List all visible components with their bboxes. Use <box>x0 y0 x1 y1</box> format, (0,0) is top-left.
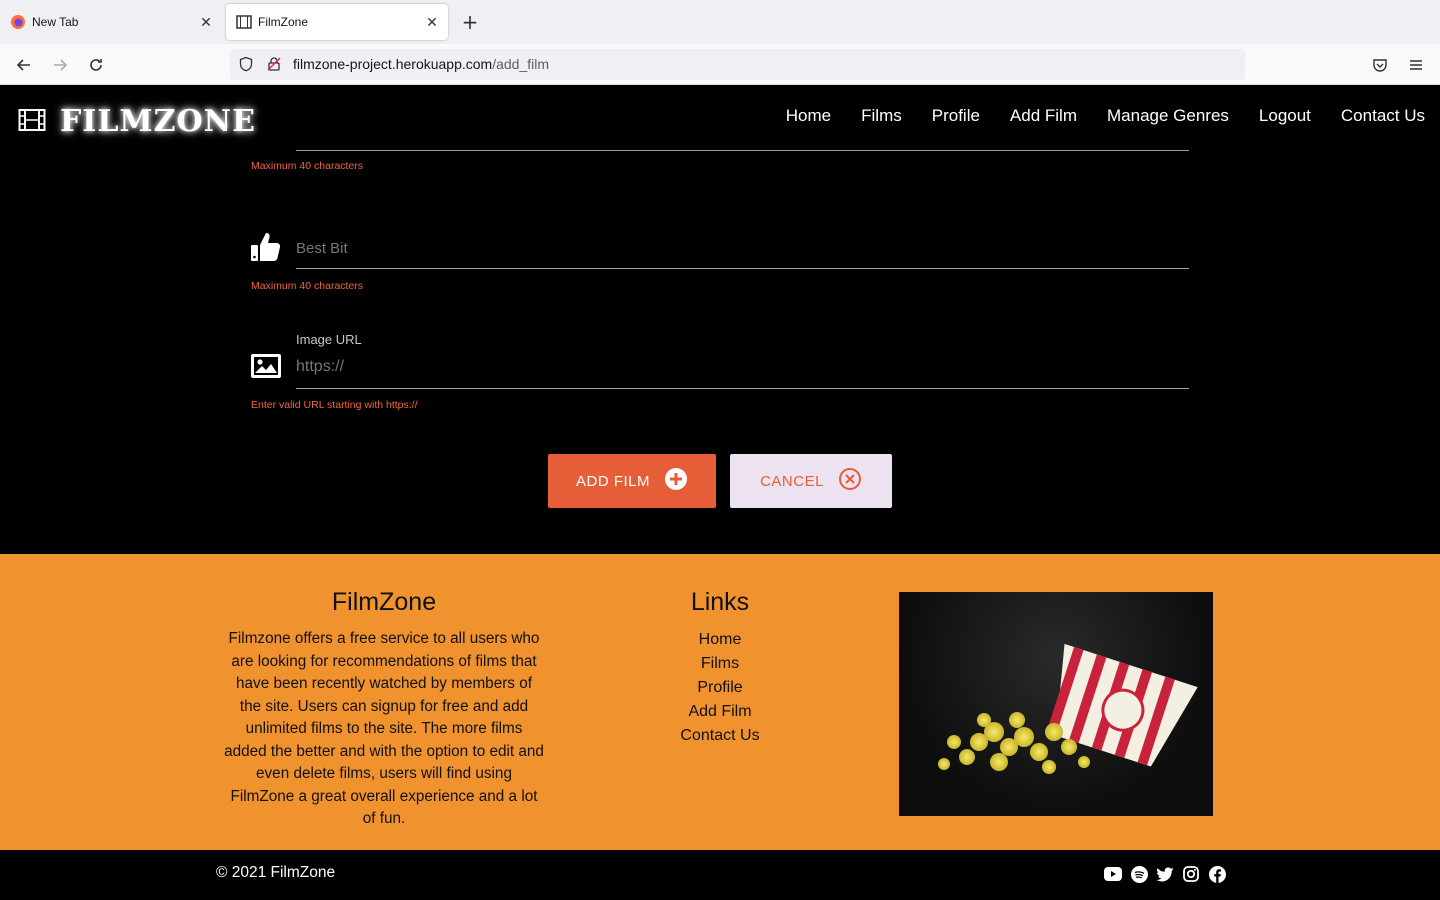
url-text[interactable]: filmzone-project.herokuapp.com/add_film <box>293 56 549 72</box>
add-film-button[interactable]: ADD FILM <box>548 454 716 508</box>
footer-links: Home Films Profile Add Film Contact Us <box>640 628 800 748</box>
best-bit-hint: Maximum 40 characters <box>251 280 364 292</box>
popcorn-image <box>899 592 1213 816</box>
close-icon[interactable]: ✕ <box>420 14 444 31</box>
nav-add-film[interactable]: Add Film <box>1010 106 1077 126</box>
best-bit-underline <box>296 268 1189 269</box>
url-host: filmzone-project.herokuapp.com <box>293 56 493 72</box>
footer-links-title: Links <box>690 588 750 616</box>
insecure-lock-icon[interactable] <box>266 56 282 76</box>
cancel-label: CANCEL <box>760 472 824 490</box>
plus-circle-icon <box>664 467 688 495</box>
cancel-button[interactable]: CANCEL <box>730 454 892 508</box>
tab-label: FilmZone <box>258 15 309 29</box>
logo-text: FILMZONE <box>60 104 256 139</box>
tab-label: New Tab <box>32 15 79 29</box>
back-icon[interactable] <box>11 52 37 78</box>
shield-icon[interactable] <box>238 56 254 76</box>
tab-filmzone[interactable]: FilmZone ✕ <box>226 4 448 40</box>
footer-link-add-film[interactable]: Add Film <box>640 700 800 724</box>
menu-icon[interactable] <box>1403 52 1429 78</box>
site-logo[interactable]: FILMZONE <box>18 104 256 139</box>
nav-logout[interactable]: Logout <box>1259 106 1311 126</box>
facebook-icon[interactable] <box>1208 865 1226 883</box>
nav-contact-us[interactable]: Contact Us <box>1341 106 1425 126</box>
image-url-hint: Enter valid URL starting with https:// <box>251 399 418 411</box>
field-underline <box>296 150 1189 151</box>
site-nav: Home Films Profile Add Film Manage Genre… <box>786 106 1425 126</box>
browser-tab-bar: New Tab ✕ FilmZone ✕ + <box>0 0 1440 44</box>
footer-link-home[interactable]: Home <box>640 628 800 652</box>
nav-profile[interactable]: Profile <box>932 106 980 126</box>
reload-icon[interactable] <box>83 52 109 78</box>
instagram-icon[interactable] <box>1182 865 1200 883</box>
spotify-icon[interactable] <box>1130 865 1148 883</box>
copyright-text: © 2021 FilmZone <box>216 864 336 881</box>
social-links <box>1104 865 1226 883</box>
footer-link-profile[interactable]: Profile <box>640 676 800 700</box>
field-hint: Maximum 40 characters <box>251 160 364 172</box>
firefox-icon <box>10 14 26 30</box>
footer-link-contact-us[interactable]: Contact Us <box>640 724 800 748</box>
close-circle-icon <box>838 467 862 495</box>
pocket-icon[interactable] <box>1367 52 1393 78</box>
youtube-icon[interactable] <box>1104 865 1122 883</box>
close-icon[interactable]: ✕ <box>194 14 218 31</box>
url-path: /add_film <box>492 56 550 72</box>
footer-link-films[interactable]: Films <box>640 652 800 676</box>
twitter-icon[interactable] <box>1156 865 1174 883</box>
image-url-underline <box>296 388 1189 389</box>
best-bit-input[interactable] <box>296 235 1189 261</box>
footer-about-title: FilmZone <box>331 588 437 616</box>
image-url-label: Image URL <box>296 332 362 347</box>
add-film-label: ADD FILM <box>575 472 650 490</box>
nav-films[interactable]: Films <box>861 106 902 126</box>
image-url-input[interactable] <box>296 354 1189 380</box>
image-icon <box>250 353 282 383</box>
footer-about-text: Filmzone offers a free service to all us… <box>224 630 544 827</box>
new-tab-button[interactable]: + <box>458 10 482 34</box>
film-icon <box>236 14 252 30</box>
nav-home[interactable]: Home <box>786 106 831 126</box>
nav-manage-genres[interactable]: Manage Genres <box>1107 106 1229 126</box>
forward-icon[interactable] <box>47 52 73 78</box>
thumbs-up-icon <box>250 231 282 267</box>
film-icon <box>18 108 46 136</box>
tab-new-tab[interactable]: New Tab ✕ <box>0 4 222 40</box>
